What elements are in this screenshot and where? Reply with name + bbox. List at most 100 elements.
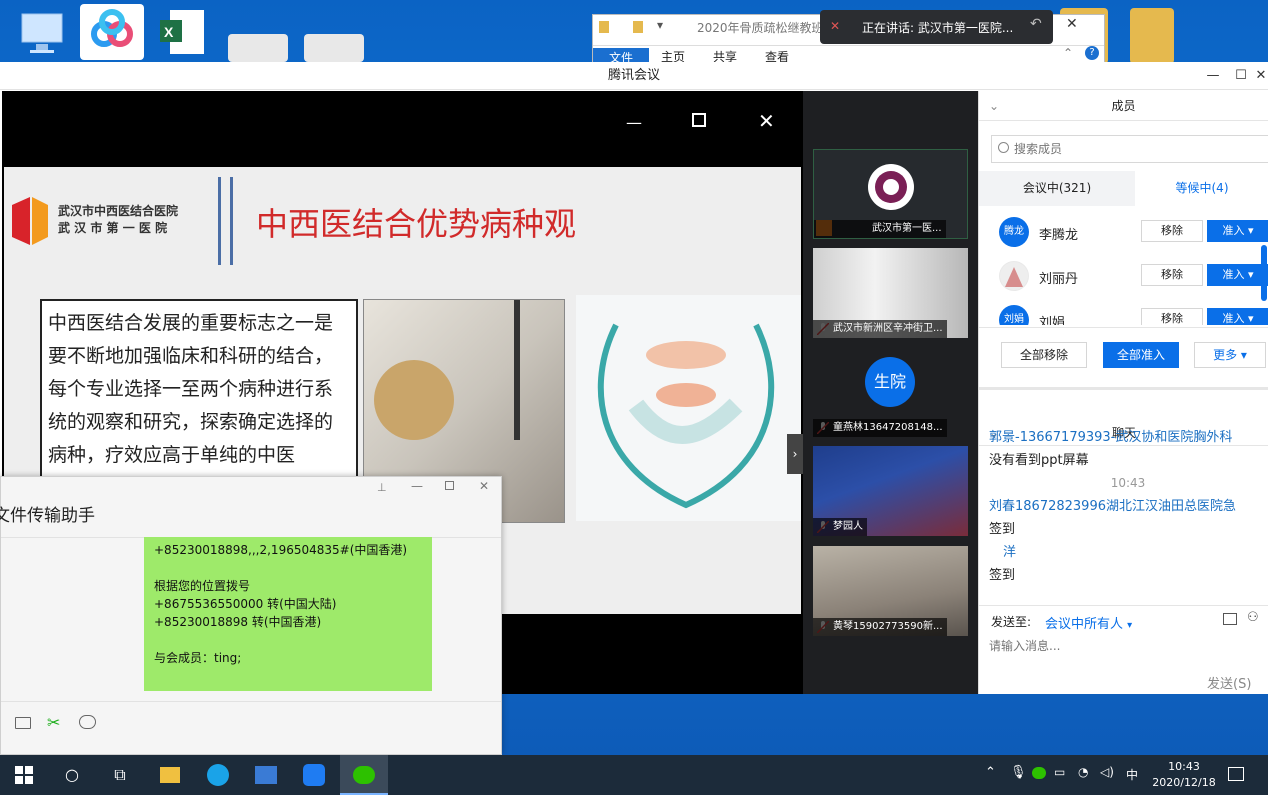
- divider: [979, 605, 1268, 606]
- minimize-icon[interactable]: —: [1198, 62, 1228, 90]
- member-avatar: 腾龙: [999, 217, 1029, 247]
- admit-label: 准入: [1222, 224, 1245, 237]
- pin-icon[interactable]: ⊥: [377, 481, 387, 494]
- screenshot-file-icon[interactable]: [228, 34, 288, 62]
- maximize-icon[interactable]: [445, 481, 454, 490]
- member-avatar: 刘娟: [999, 305, 1029, 325]
- message-line: [154, 631, 422, 649]
- slideshow-minimize-icon[interactable]: —: [626, 113, 642, 132]
- more-label: 更多: [1213, 348, 1238, 362]
- minimize-icon[interactable]: —: [411, 479, 423, 493]
- panel-splitter[interactable]: [979, 387, 1268, 390]
- screenshot-file-icon-2[interactable]: [304, 34, 364, 62]
- folder-icon[interactable]: [15, 717, 31, 729]
- herb-bowl-image: [374, 360, 454, 440]
- chat-messages: 郭景-13667179393-武汉协和医院胸外科 没有看到ppt屏幕 10:43…: [989, 426, 1267, 587]
- send-to-select[interactable]: 会议中所有人 ▾: [1045, 613, 1132, 632]
- admit-member-button[interactable]: 准入 ▾: [1207, 264, 1268, 286]
- chevron-down-icon: ▾: [1127, 620, 1133, 631]
- close-icon[interactable]: ✕: [1246, 62, 1268, 90]
- wechat-icon[interactable]: [340, 755, 388, 795]
- screenshot-scissors-icon[interactable]: ✂: [47, 713, 60, 732]
- chat-sender[interactable]: 洋: [989, 541, 1267, 564]
- chevron-up-icon[interactable]: ⌃: [985, 765, 996, 780]
- chevron-up-icon[interactable]: ⌃: [1063, 46, 1073, 60]
- help-icon[interactable]: ?: [1085, 46, 1099, 60]
- chat-text: 签到: [989, 522, 1016, 537]
- message-bubble[interactable]: +85230018898,,,2,196504835#(中国香港) 根据您的位置…: [144, 537, 432, 691]
- tab-waiting[interactable]: 等候中(4): [1135, 171, 1268, 206]
- video-tile[interactable]: 梦园人: [813, 446, 968, 536]
- chevron-down-icon[interactable]: ▾: [657, 18, 663, 32]
- excel-file-icon[interactable]: X: [152, 4, 214, 60]
- speaking-indicator: ✕ 正在讲话: 武汉市第一医院... ↶: [820, 10, 1053, 44]
- remove-member-button[interactable]: 移除: [1141, 220, 1203, 242]
- clock[interactable]: 10:43 2020/12/18: [1152, 759, 1216, 791]
- search-icon[interactable]: ○: [48, 755, 96, 795]
- battery-icon[interactable]: ▭: [1054, 765, 1065, 779]
- chevron-down-icon[interactable]: ▾: [1248, 268, 1254, 281]
- image-icon[interactable]: [1223, 613, 1237, 625]
- wifi-icon[interactable]: ◔: [1078, 765, 1088, 779]
- this-pc-icon[interactable]: [10, 4, 72, 60]
- admit-member-button[interactable]: 准入 ▾: [1207, 220, 1268, 242]
- close-toast-icon[interactable]: ✕: [1066, 16, 1078, 32]
- photos-icon[interactable]: [242, 755, 290, 795]
- video-tile[interactable]: 武汉市第一医...: [813, 149, 968, 239]
- message-line: 根据您的位置拨号: [154, 579, 251, 593]
- task-view-icon[interactable]: ⧉: [96, 755, 144, 795]
- remove-all-button[interactable]: 全部移除: [1001, 342, 1087, 368]
- file-explorer-icon[interactable]: [146, 755, 194, 795]
- slideshow-close-icon[interactable]: ✕: [758, 109, 775, 133]
- remove-member-button[interactable]: 移除: [1141, 308, 1203, 325]
- chevron-down-icon[interactable]: ▾: [1248, 224, 1254, 237]
- notification-icon[interactable]: [1228, 767, 1244, 781]
- collapse-strip-chevron-icon[interactable]: ›: [787, 434, 803, 474]
- explorer-title: 2020年骨质疏松继教班: [697, 21, 824, 35]
- chevron-down-icon[interactable]: ⌄: [989, 91, 999, 121]
- video-strip: 武汉市第一医... 武汉市新洲区辛冲街卫... 生院 童燕林1364720814…: [803, 91, 978, 694]
- wechat-tray-icon[interactable]: [1032, 767, 1046, 779]
- video-tile[interactable]: 武汉市新洲区辛冲街卫...: [813, 248, 968, 338]
- message-line: +85230018898,,,2,196504835#(中国香港): [154, 543, 408, 557]
- tab-in-meeting[interactable]: 会议中(321): [979, 171, 1135, 206]
- message-line: +8675536550000 转(中国大陆): [154, 597, 337, 611]
- slideshow-maximize-icon[interactable]: [692, 113, 706, 127]
- admit-member-button[interactable]: 准入 ▾: [1207, 308, 1268, 325]
- chat-input[interactable]: [989, 636, 1259, 656]
- member-name: 刘娟: [1039, 316, 1066, 325]
- divider: [218, 177, 221, 265]
- close-icon[interactable]: ✕: [479, 479, 489, 493]
- volume-icon[interactable]: ◁): [1100, 765, 1114, 779]
- admit-label: 准入: [1222, 268, 1245, 281]
- folder-icon-2[interactable]: [1130, 8, 1174, 64]
- slide-title: 中西医结合优势病种观: [256, 205, 577, 243]
- members-header: ⌄ 成员: [979, 91, 1268, 121]
- member-search-input[interactable]: [1014, 139, 1254, 159]
- baidu-netdisk-icon[interactable]: [80, 4, 144, 60]
- chat-sender[interactable]: 郭景-13667179393-武汉协和医院胸外科: [989, 426, 1267, 449]
- meeting-title-bar: 腾讯会议 — ☐ ✕: [0, 62, 1268, 90]
- chat-sender[interactable]: 刘春18672823996湖北江汉油田总医院急: [989, 495, 1267, 518]
- send-button[interactable]: 发送(S): [1207, 673, 1251, 692]
- more-button[interactable]: 更多 ▾: [1194, 342, 1266, 368]
- members-scrollbar[interactable]: [1261, 245, 1267, 301]
- member-search-box[interactable]: [991, 135, 1268, 163]
- video-tile[interactable]: 黄琴15902773590新...: [813, 546, 968, 636]
- chevron-down-icon[interactable]: ▾: [1248, 312, 1254, 325]
- ime-indicator[interactable]: 中: [1126, 766, 1138, 783]
- hospital-emblem-icon: [868, 164, 914, 210]
- user-settings-icon[interactable]: ⚇: [1247, 610, 1259, 625]
- video-tile[interactable]: 生院 童燕林13647208148...: [813, 347, 968, 437]
- admit-all-button[interactable]: 全部准入: [1103, 342, 1179, 368]
- reply-icon[interactable]: ↶: [1030, 16, 1042, 32]
- member-name: 刘丽丹: [1039, 272, 1079, 287]
- participant-avatar: 生院: [865, 357, 915, 407]
- divider: [979, 327, 1268, 328]
- windows-start-icon[interactable]: [0, 755, 48, 795]
- tencent-meeting-icon[interactable]: [290, 755, 338, 795]
- remove-member-button[interactable]: 移除: [1141, 264, 1203, 286]
- browser-icon[interactable]: [194, 755, 242, 795]
- chat-history-icon[interactable]: [79, 715, 96, 729]
- mic-icon[interactable]: 🎙: [1010, 765, 1027, 780]
